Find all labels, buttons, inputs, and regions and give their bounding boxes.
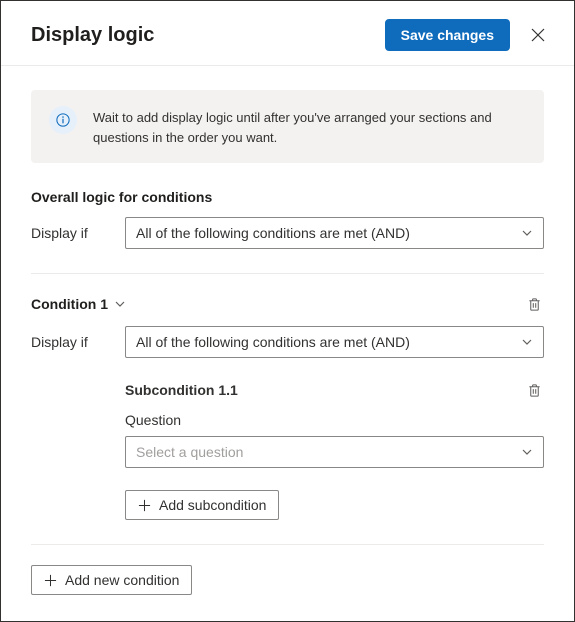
overall-logic-select-value: All of the following conditions are met … <box>136 225 410 241</box>
delete-condition-button[interactable] <box>524 294 544 314</box>
subcondition-title: Subcondition 1.1 <box>125 382 238 398</box>
condition-header: Condition 1 <box>31 294 544 314</box>
add-condition-button[interactable]: Add new condition <box>31 565 192 595</box>
overall-display-if-row: Display if All of the following conditio… <box>31 217 544 249</box>
info-icon <box>56 113 70 127</box>
condition-title: Condition 1 <box>31 296 108 312</box>
add-condition-label: Add new condition <box>65 572 179 588</box>
plus-icon <box>44 574 57 587</box>
header-divider <box>1 65 574 66</box>
add-subcondition-label: Add subcondition <box>159 497 266 513</box>
condition-title-toggle[interactable]: Condition 1 <box>31 296 126 312</box>
subcondition-header: Subcondition 1.1 <box>125 380 544 400</box>
close-button[interactable] <box>524 21 552 49</box>
question-select[interactable]: Select a question <box>125 436 544 468</box>
page-title: Display logic <box>31 24 154 47</box>
question-select-placeholder: Select a question <box>136 444 243 460</box>
chevron-down-icon <box>521 336 533 348</box>
condition-display-if-label: Display if <box>31 334 107 350</box>
overall-divider <box>31 273 544 274</box>
question-label: Question <box>125 412 544 428</box>
chevron-down-icon <box>114 298 126 310</box>
plus-icon <box>138 499 151 512</box>
close-icon <box>530 27 546 43</box>
header-actions: Save changes <box>385 19 552 51</box>
overall-display-if-label: Display if <box>31 225 107 241</box>
info-banner: Wait to add display logic until after yo… <box>31 90 544 163</box>
condition-logic-select-value: All of the following conditions are met … <box>136 334 410 350</box>
condition-display-if-row: Display if All of the following conditio… <box>31 326 544 358</box>
display-logic-panel: Display logic Save changes Wait to add d… <box>0 0 575 622</box>
chevron-down-icon <box>521 446 533 458</box>
condition-logic-select[interactable]: All of the following conditions are met … <box>125 326 544 358</box>
chevron-down-icon <box>521 227 533 239</box>
overall-logic-select[interactable]: All of the following conditions are met … <box>125 217 544 249</box>
info-icon-wrap <box>49 106 77 134</box>
add-subcondition-button[interactable]: Add subcondition <box>125 490 279 520</box>
save-button[interactable]: Save changes <box>385 19 510 51</box>
trash-icon <box>527 297 542 312</box>
overall-logic-heading: Overall logic for conditions <box>31 189 544 205</box>
delete-subcondition-button[interactable] <box>524 380 544 400</box>
panel-content: Wait to add display logic until after yo… <box>1 90 574 545</box>
footer: Add new condition <box>1 545 574 615</box>
panel-header: Display logic Save changes <box>1 1 574 65</box>
trash-icon <box>527 383 542 398</box>
info-text: Wait to add display logic until after yo… <box>93 106 526 147</box>
subcondition-block: Subcondition 1.1 Question Select a quest… <box>125 380 544 520</box>
